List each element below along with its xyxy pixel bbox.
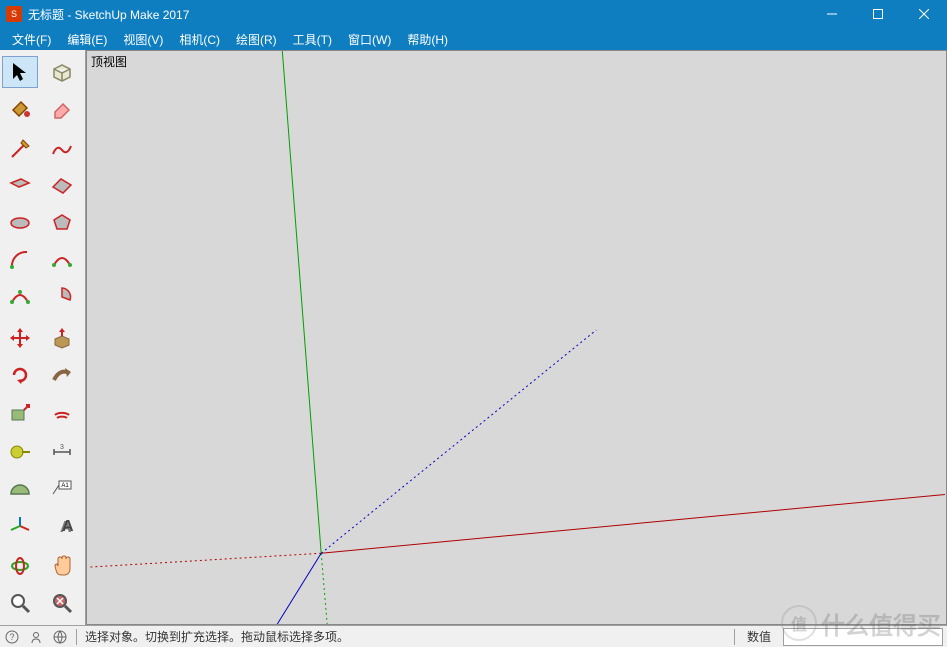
close-button[interactable] <box>901 0 947 28</box>
move-tool[interactable] <box>2 322 38 354</box>
menubar: 文件(F) 编辑(E) 视图(V) 相机(C) 绘图(R) 工具(T) 窗口(W… <box>0 28 947 50</box>
select-tool[interactable] <box>2 56 38 88</box>
menu-help[interactable]: 帮助(H) <box>399 29 456 50</box>
rectangle-tool[interactable] <box>2 170 38 202</box>
measurement-label: 数值 <box>743 628 775 645</box>
workspace: 3 A1 AA 顶视图 <box>0 50 947 625</box>
dimension-tool[interactable]: 3 <box>44 436 80 468</box>
help-icon[interactable]: ? <box>4 629 20 645</box>
statusbar: ? 选择对象。切换到扩充选择。拖动鼠标选择多项。 数值 <box>0 625 947 647</box>
x-axis-positive <box>321 494 945 553</box>
menu-view[interactable]: 视图(V) <box>115 29 171 50</box>
titlebar: S 无标题 - SketchUp Make 2017 <box>0 0 947 28</box>
two-point-arc-tool[interactable] <box>44 244 80 276</box>
menu-draw[interactable]: 绘图(R) <box>228 29 285 50</box>
y-axis-negative <box>321 553 327 624</box>
status-separator <box>76 629 77 645</box>
svg-text:A1: A1 <box>61 483 69 489</box>
freehand-tool[interactable] <box>44 133 80 165</box>
y-axis-positive <box>282 51 321 553</box>
rotate-tool[interactable] <box>2 359 38 391</box>
svg-text:A: A <box>62 518 74 535</box>
geo-icon[interactable] <box>52 629 68 645</box>
svg-text:?: ? <box>9 632 14 642</box>
orbit-tool[interactable] <box>2 550 38 582</box>
three-point-arc-tool[interactable] <box>2 281 38 313</box>
eraser-tool[interactable] <box>44 93 80 125</box>
axes-tool[interactable] <box>2 510 38 542</box>
menu-file[interactable]: 文件(F) <box>4 29 59 50</box>
scale-tool[interactable] <box>2 396 38 428</box>
viewport[interactable]: 顶视图 <box>86 50 947 625</box>
paint-bucket-tool[interactable] <box>2 93 38 125</box>
pan-tool[interactable] <box>44 550 80 582</box>
x-axis-negative <box>88 553 321 567</box>
zoom-tool[interactable] <box>2 587 38 619</box>
toolbar-left: 3 A1 AA <box>0 50 86 625</box>
status-separator <box>734 629 735 645</box>
axes-display <box>87 51 946 624</box>
z-axis-positive <box>277 553 321 624</box>
rotated-rectangle-tool[interactable] <box>44 170 80 202</box>
user-icon[interactable] <box>28 629 44 645</box>
window-title: 无标题 - SketchUp Make 2017 <box>28 6 809 23</box>
polygon-tool[interactable] <box>44 207 80 239</box>
status-hint: 选择对象。切换到扩充选择。拖动鼠标选择多项。 <box>85 628 349 645</box>
tape-measure-tool[interactable] <box>2 436 38 468</box>
menu-tools[interactable]: 工具(T) <box>285 29 340 50</box>
svg-text:3: 3 <box>60 444 64 451</box>
followme-tool[interactable] <box>44 359 80 391</box>
menu-camera[interactable]: 相机(C) <box>171 29 228 50</box>
menu-edit[interactable]: 编辑(E) <box>59 29 115 50</box>
app-icon: S <box>6 6 22 22</box>
line-tool[interactable] <box>2 133 38 165</box>
text-tool[interactable]: A1 <box>44 473 80 505</box>
maximize-button[interactable] <box>855 0 901 28</box>
menu-window[interactable]: 窗口(W) <box>340 29 399 50</box>
z-axis-negative <box>321 330 596 553</box>
minimize-button[interactable] <box>809 0 855 28</box>
make-component-tool[interactable] <box>44 56 80 88</box>
measurement-input[interactable] <box>783 628 943 646</box>
arc-tool[interactable] <box>2 244 38 276</box>
view-label: 顶视图 <box>91 53 127 70</box>
zoom-extents-tool[interactable] <box>44 587 80 619</box>
protractor-tool[interactable] <box>2 473 38 505</box>
pie-tool[interactable] <box>44 281 80 313</box>
3d-text-tool[interactable]: AA <box>44 510 80 542</box>
circle-tool[interactable] <box>2 207 38 239</box>
offset-tool[interactable] <box>44 396 80 428</box>
pushpull-tool[interactable] <box>44 322 80 354</box>
